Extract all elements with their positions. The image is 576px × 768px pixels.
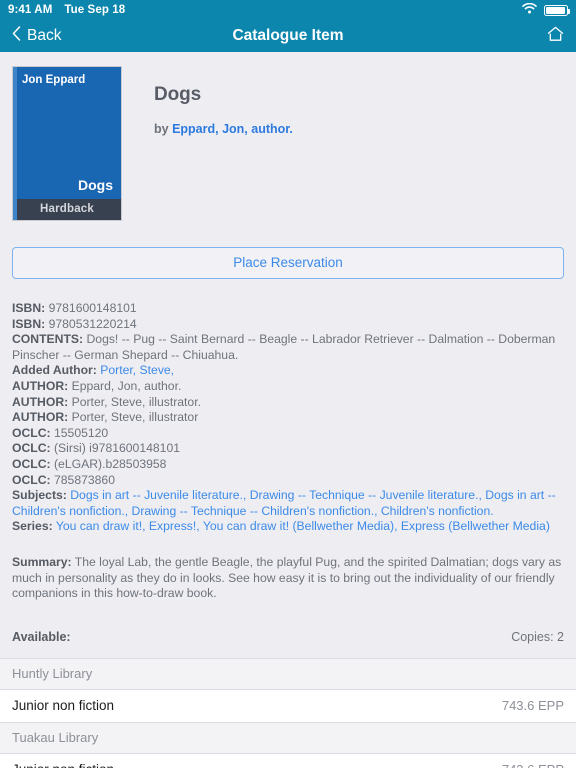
metadata-label: ISBN: <box>12 301 46 315</box>
book-cover: Jon Eppard Dogs Hardback <box>12 66 122 221</box>
home-button[interactable] <box>547 26 564 47</box>
holding-row[interactable]: Junior non fiction 743.6 EPP <box>0 689 576 723</box>
metadata-label: OCLC: <box>12 472 51 487</box>
by-prefix: by <box>154 122 173 136</box>
item-header: Jon Eppard Dogs Hardback Dogs by Eppard,… <box>0 52 576 221</box>
content-scroll-area[interactable]: Jon Eppard Dogs Hardback Dogs by Eppard,… <box>0 52 576 768</box>
cover-spine <box>13 67 17 220</box>
metadata-row: ISBN: 9780531220214 <box>12 317 564 333</box>
copies-count: Copies: 2 <box>511 629 564 644</box>
summary-body: The loyal Lab, the gentle Beagle, the pl… <box>12 554 562 601</box>
metadata-value[interactable]: Dogs in art -- Juvenile literature., Dra… <box>12 488 556 518</box>
home-icon <box>547 26 564 47</box>
availability-label: Available: <box>12 629 71 644</box>
holding-row[interactable]: Junior non fiction 743.6 EPP <box>0 753 576 768</box>
metadata-value: (eLGAR).b28503958 <box>53 456 167 471</box>
metadata-value: 785873860 <box>53 472 115 487</box>
cover-format-band: Hardback <box>13 199 121 220</box>
metadata-value: Eppard, Jon, author. <box>71 378 182 393</box>
metadata-label: AUTHOR: <box>12 410 69 425</box>
holdings-list: Huntly Library Junior non fiction 743.6 EP… <box>0 657 576 768</box>
holding-call-number: 743.6 EPP <box>502 762 564 768</box>
metadata-label: AUTHOR: <box>12 378 69 393</box>
metadata-row: Added Author: Porter, Steve, <box>12 363 564 379</box>
metadata-label: AUTHOR: <box>12 394 69 409</box>
holdings-group-header: Huntly Library <box>0 658 576 690</box>
status-bar: 9:41 AM Tue Sep 18 <box>0 0 576 20</box>
metadata-value: Dogs! -- Pug -- Saint Bernard -- Beagle … <box>12 332 556 362</box>
summary-block: Summary: The loyal Lab, the gentle Beagl… <box>0 555 576 602</box>
metadata-label: Subjects: <box>12 488 67 503</box>
metadata-row: Series: You can draw it!, Express!, You … <box>12 519 564 535</box>
metadata-label: Added Author: <box>12 363 97 378</box>
metadata-row: OCLC: 785873860 <box>12 473 564 489</box>
availability-row: Available: Copies: 2 <box>0 602 576 658</box>
metadata-row: AUTHOR: Porter, Steve, illustrator. <box>12 395 564 411</box>
cover-author: Jon Eppard <box>22 74 86 86</box>
summary-text: Summary: The loyal Lab, the gentle Beagl… <box>12 555 564 602</box>
metadata-value: 9781600148101 <box>48 301 137 315</box>
status-indicators <box>522 2 571 17</box>
metadata-row: CONTENTS: Dogs! -- Pug -- Saint Bernard … <box>12 332 564 363</box>
metadata-row: OCLC: (Sirsi) i9781600148101 <box>12 441 564 457</box>
metadata-row: Subjects: Dogs in art -- Juvenile litera… <box>12 488 564 519</box>
holdings-group-header: Tuakau Library <box>0 722 576 754</box>
metadata-list: ISBN: 9781600148101 ISBN: 9780531220214 CO… <box>0 279 576 535</box>
cover-title: Dogs <box>78 177 113 193</box>
back-button[interactable]: Back <box>12 26 61 46</box>
metadata-value: 15505120 <box>53 425 109 440</box>
chevron-left-icon <box>12 26 21 46</box>
metadata-row: OCLC: (eLGAR).b28503958 <box>12 457 564 473</box>
item-title: Dogs <box>154 84 202 105</box>
reserve-button-wrap: Place Reservation <box>0 221 576 279</box>
author-link[interactable]: Eppard, Jon, author. <box>172 122 293 136</box>
wifi-icon <box>522 2 537 17</box>
metadata-value: 9780531220214 <box>48 316 137 331</box>
place-reservation-button[interactable]: Place Reservation <box>12 247 564 279</box>
metadata-label: OCLC: <box>12 441 51 456</box>
item-header-text: Dogs by Eppard, Jon, author. <box>122 66 293 221</box>
navigation-bar: Back Catalogue Item <box>0 20 576 52</box>
metadata-label: ISBN: <box>12 316 46 331</box>
holding-collection: Junior non fiction <box>12 697 115 713</box>
metadata-value[interactable]: You can draw it!, Express!, You can draw… <box>56 519 550 533</box>
metadata-row: AUTHOR: Eppard, Jon, author. <box>12 379 564 395</box>
status-time: 9:41 AM <box>8 4 53 16</box>
metadata-row: OCLC: 15505120 <box>12 426 564 442</box>
summary-label: Summary: <box>12 554 72 569</box>
holding-call-number: 743.6 EPP <box>501 697 564 713</box>
metadata-label: OCLC: <box>12 456 51 471</box>
page-title: Catalogue Item <box>232 27 344 44</box>
metadata-row: AUTHOR: Porter, Steve, illustrator <box>12 410 564 426</box>
metadata-value: Porter, Steve, illustrator <box>71 410 199 425</box>
metadata-label: CONTENTS: <box>12 332 84 347</box>
metadata-row: ISBN: 9781600148101 <box>12 301 564 317</box>
metadata-value[interactable]: Porter, Steve, <box>100 363 174 377</box>
item-author-line: by Eppard, Jon, author. <box>154 122 293 136</box>
metadata-value: (Sirsi) i9781600148101 <box>53 441 181 456</box>
battery-icon <box>544 4 571 16</box>
metadata-label: OCLC: <box>12 425 51 440</box>
holding-collection: Junior non fiction <box>12 762 114 768</box>
catalogue-item-screen: 9:41 AM Tue Sep 18 Back Catalogue Item J… <box>0 0 576 768</box>
metadata-value: Porter, Steve, illustrator. <box>71 394 201 409</box>
back-button-label: Back <box>27 27 62 44</box>
status-date: Tue Sep 18 <box>64 4 126 16</box>
metadata-label: Series: <box>12 519 53 534</box>
